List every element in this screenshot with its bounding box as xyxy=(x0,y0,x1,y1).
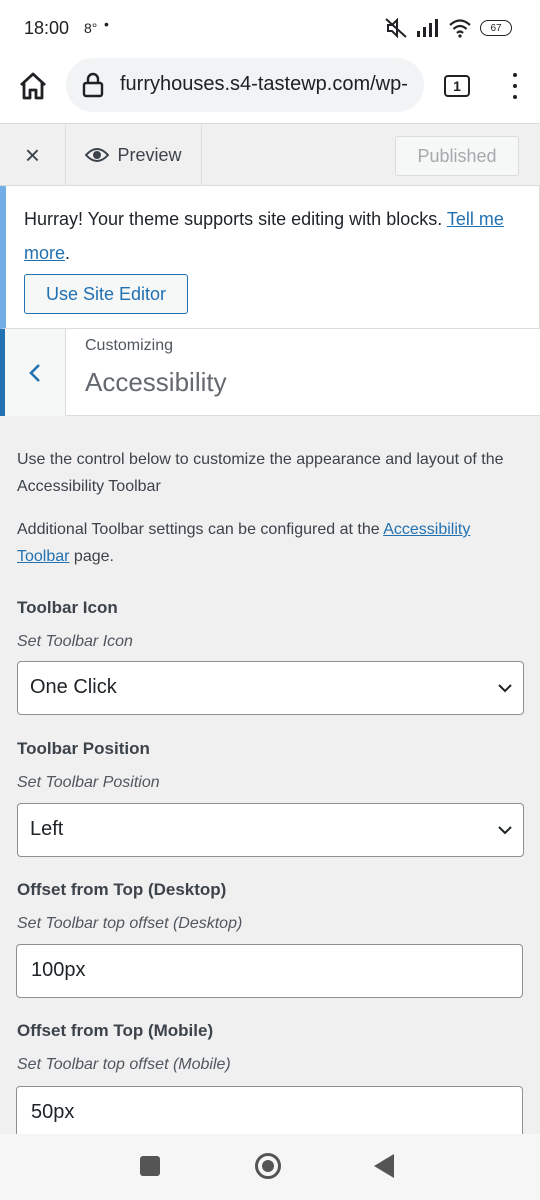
browser-home-button[interactable] xyxy=(16,69,50,103)
section-header: Customizing Accessibility xyxy=(0,329,540,416)
preview-label: Preview xyxy=(117,144,182,165)
section-content: Use the control below to customize the a… xyxy=(0,416,540,1134)
tab-switcher-button[interactable]: 1 xyxy=(444,75,470,97)
status-dot: • xyxy=(104,16,109,32)
address-bar[interactable]: furryhouses.s4-tastewp.com/wp- xyxy=(66,58,424,112)
status-temperature: 8° xyxy=(84,20,98,36)
mute-icon xyxy=(385,17,407,39)
signal-icon xyxy=(417,19,438,37)
customizer-header: × Preview Published xyxy=(0,124,540,186)
status-bar: 18:00 8° • 67 xyxy=(0,0,540,58)
chevron-down-icon xyxy=(498,826,512,835)
home-circle-button[interactable] xyxy=(255,1153,281,1179)
toolbar-position-label: Toolbar Position xyxy=(17,739,150,758)
use-site-editor-button[interactable]: Use Site Editor xyxy=(24,274,188,314)
preview-button[interactable]: Preview xyxy=(66,124,202,186)
status-time: 18:00 xyxy=(24,18,70,38)
menu-dot-icon xyxy=(513,73,517,77)
close-customizer-button[interactable]: × xyxy=(0,124,66,186)
site-editor-notice: Hurray! Your theme supports site editing… xyxy=(0,186,540,329)
lock-icon xyxy=(82,72,104,98)
browser-menu-button[interactable] xyxy=(507,70,523,102)
offset-desktop-sublabel: Set Toolbar top offset (Desktop) xyxy=(17,915,243,932)
toolbar-icon-select[interactable]: One Click xyxy=(17,661,524,715)
additional-text: Additional Toolbar settings can be confi… xyxy=(17,521,384,538)
offset-desktop-value: 100px xyxy=(31,959,86,981)
toolbar-position-value: Left xyxy=(30,818,64,840)
offset-mobile-label: Offset from Top (Mobile) xyxy=(17,1021,214,1040)
url-text: furryhouses.s4-tastewp.com/wp- xyxy=(120,73,408,95)
offset-desktop-label: Offset from Top (Desktop) xyxy=(17,880,227,899)
chevron-down-icon xyxy=(498,684,512,693)
home-icon xyxy=(20,72,46,100)
status-icons: 67 xyxy=(384,17,512,39)
toolbar-position-sublabel: Set Toolbar Position xyxy=(17,774,160,791)
additional-after: page. xyxy=(69,548,114,565)
browser-toolbar: furryhouses.s4-tastewp.com/wp- 1 xyxy=(0,58,540,124)
notice-message: Hurray! Your theme supports site editing… xyxy=(24,209,447,229)
back-triangle-button[interactable] xyxy=(374,1154,394,1178)
wifi-icon xyxy=(449,19,471,38)
battery-icon: 67 xyxy=(480,20,512,36)
menu-dot-icon xyxy=(513,84,517,88)
menu-dot-icon xyxy=(513,95,517,99)
customizing-label: Customizing xyxy=(85,337,174,354)
system-nav-bar xyxy=(0,1134,540,1200)
offset-mobile-value: 50px xyxy=(31,1101,75,1123)
offset-desktop-input[interactable]: 100px xyxy=(16,944,523,998)
eye-icon xyxy=(85,148,110,162)
published-button[interactable]: Published xyxy=(395,136,519,176)
section-description: Use the control below to customize the a… xyxy=(17,451,504,495)
section-title: Accessibility xyxy=(85,367,227,397)
offset-mobile-input[interactable]: 50px xyxy=(16,1086,523,1134)
offset-mobile-sublabel: Set Toolbar top offset (Mobile) xyxy=(17,1056,231,1073)
chevron-left-icon xyxy=(29,363,40,382)
recents-button[interactable] xyxy=(140,1156,160,1176)
toolbar-icon-sublabel: Set Toolbar Icon xyxy=(17,633,133,650)
toolbar-icon-value: One Click xyxy=(30,676,117,698)
toolbar-icon-label: Toolbar Icon xyxy=(17,598,118,617)
additional-settings-text: Additional Toolbar settings can be confi… xyxy=(17,516,517,570)
back-button[interactable] xyxy=(0,329,66,416)
notice-period: . xyxy=(65,243,71,263)
toolbar-position-select[interactable]: Left xyxy=(17,803,524,857)
notice-text: Hurray! Your theme supports site editing… xyxy=(24,202,524,270)
